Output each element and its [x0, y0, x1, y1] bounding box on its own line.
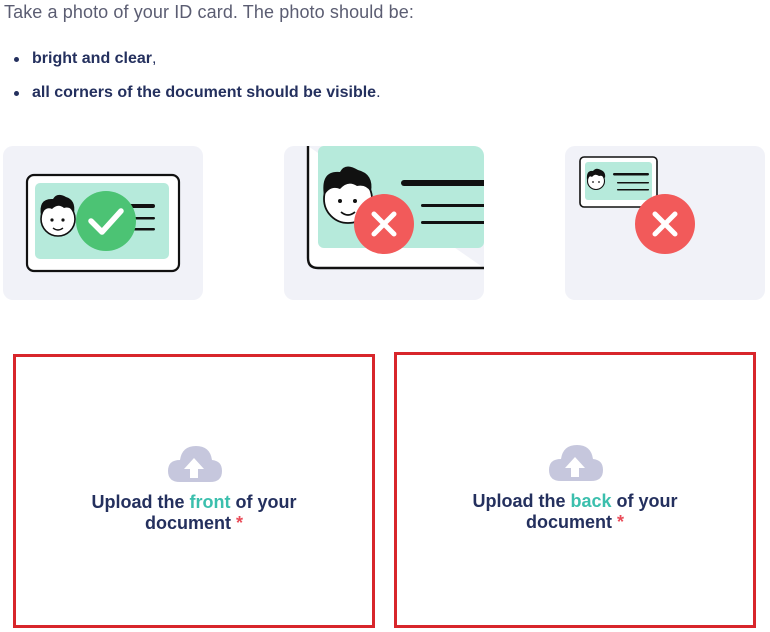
upload-front-label: Upload the front of your document *: [74, 492, 314, 534]
requirement-punct: .: [376, 84, 381, 101]
upload-back-highlight: back: [570, 491, 612, 511]
instructions-intro: Take a photo of your ID card. The photo …: [4, 2, 414, 22]
upload-back-label: Upload the back of your document *: [455, 491, 695, 533]
example-correct: [3, 146, 203, 300]
id-card-too-close-illustration: [306, 146, 484, 270]
requirement-punct: ,: [152, 50, 157, 67]
required-marker: *: [617, 512, 625, 532]
upload-back-dropzone[interactable]: Upload the back of your document *: [394, 352, 756, 628]
upload-front-prefix: Upload the: [91, 492, 190, 512]
requirements-list: bright and clear, all corners of the doc…: [14, 48, 381, 116]
cross-icon: [635, 194, 695, 254]
id-card-too-far-illustration: [579, 156, 695, 254]
check-icon: [76, 191, 136, 251]
example-too-close: [284, 146, 484, 300]
example-too-far: [565, 146, 765, 300]
requirement-text: bright and clear: [32, 50, 153, 67]
requirement-item: bright and clear,: [14, 48, 381, 82]
requirement-text: all corners of the document should be vi…: [32, 84, 377, 101]
cloud-upload-icon: [168, 446, 222, 482]
upload-front-highlight: front: [189, 492, 231, 512]
face-icon: [40, 194, 76, 237]
requirement-item: all corners of the document should be vi…: [14, 82, 381, 116]
required-marker: *: [236, 513, 244, 533]
cloud-upload-icon: [549, 445, 603, 481]
cross-icon: [354, 194, 414, 254]
id-card-correct-illustration: [25, 173, 181, 273]
upload-front-dropzone[interactable]: Upload the front of your document *: [13, 354, 375, 628]
face-icon: [586, 168, 606, 191]
upload-back-prefix: Upload the: [472, 491, 571, 511]
